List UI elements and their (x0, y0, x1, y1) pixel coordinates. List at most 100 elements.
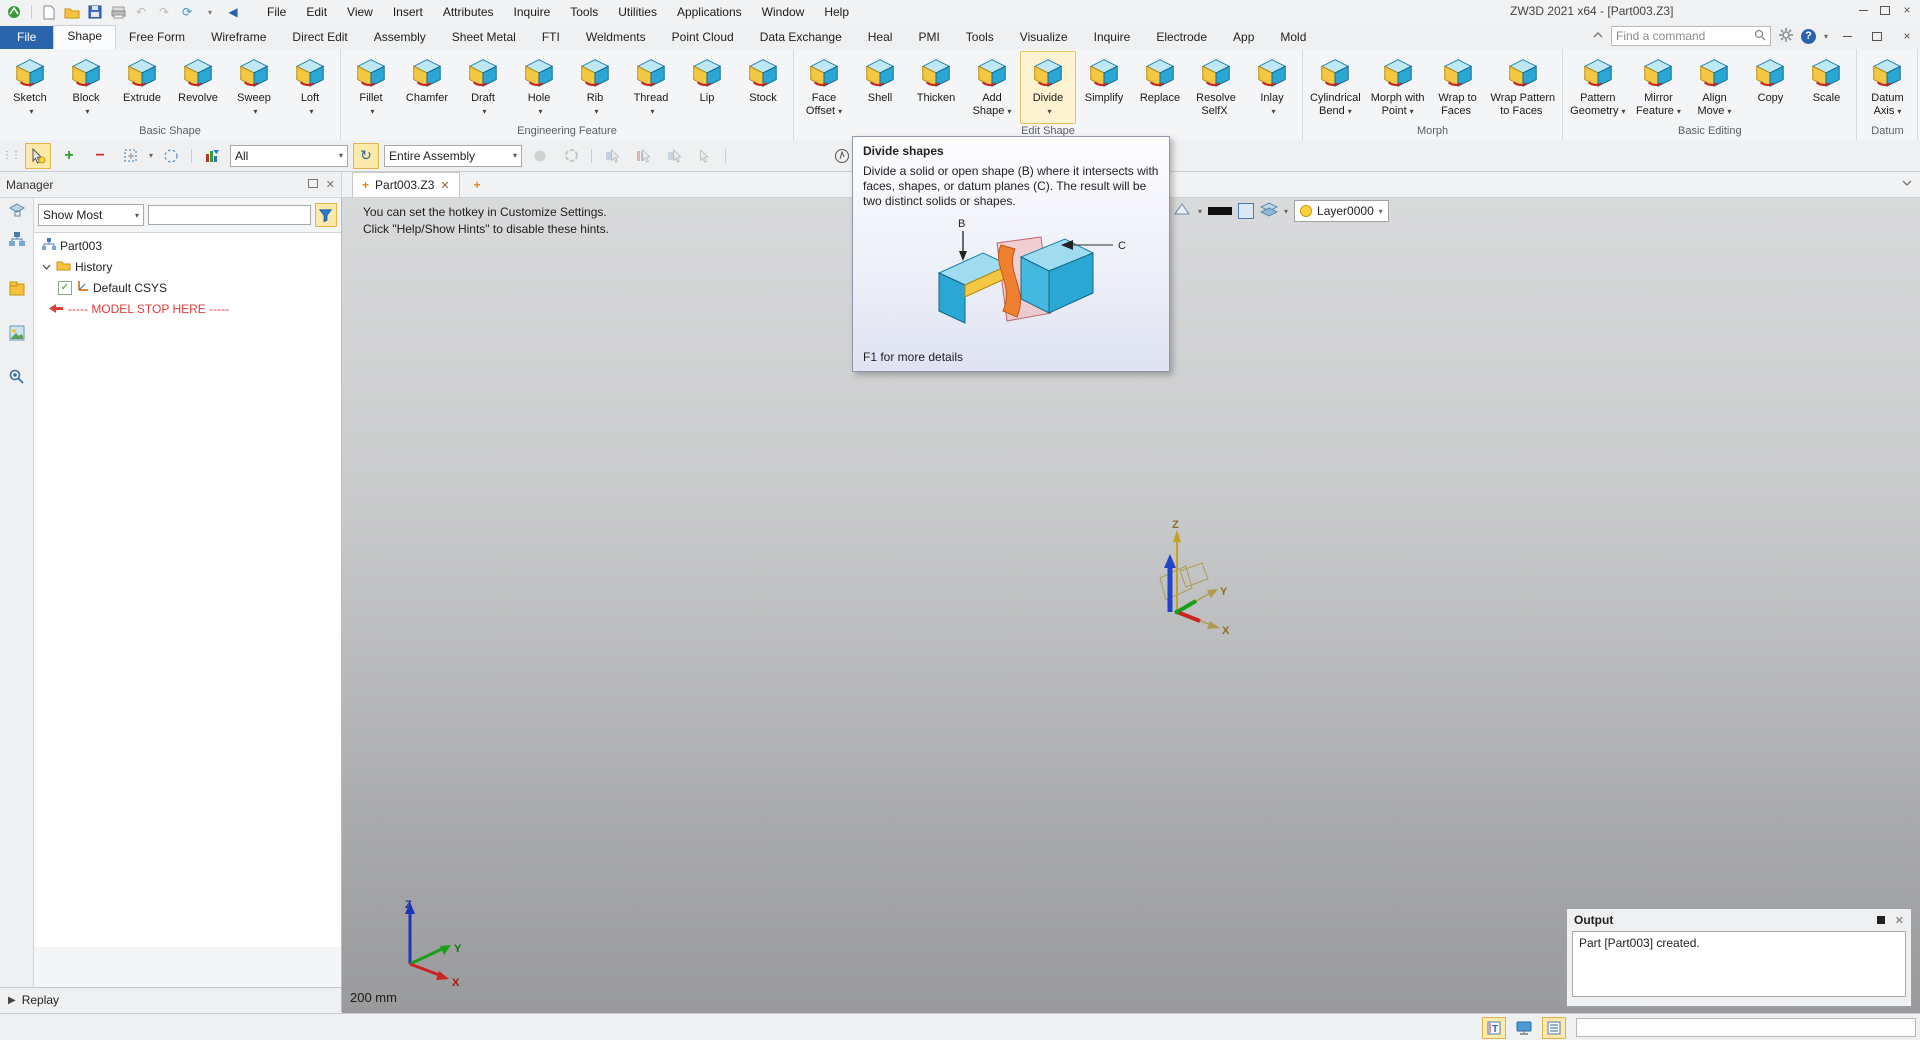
ribbon-button[interactable]: Stock (735, 51, 791, 124)
ribbon-button[interactable]: Revolve (170, 51, 226, 124)
print-icon[interactable] (110, 4, 126, 20)
visual-manager-icon[interactable] (6, 322, 28, 344)
open-folder-icon[interactable] (64, 4, 80, 20)
restore-button[interactable] (1874, 0, 1896, 20)
assembly-tree-icon[interactable] (6, 228, 28, 250)
ribbon-button[interactable]: Morph with Point▾ (1366, 51, 1430, 124)
ribbon-button[interactable]: Align Move▾ (1686, 51, 1742, 124)
ribbon-button[interactable]: Sweep ▾ (226, 51, 282, 124)
line-color-swatch[interactable] (1208, 207, 1232, 215)
output-close-icon[interactable]: ✕ (1895, 914, 1904, 927)
manager-close-icon[interactable]: ✕ (326, 178, 335, 191)
save-icon[interactable] (87, 4, 103, 20)
face-display-icon[interactable] (1172, 201, 1192, 222)
ribbon-tab[interactable]: Tools (953, 26, 1007, 49)
ribbon-button[interactable]: Block ▾ (58, 51, 114, 124)
checkbox-checked-icon[interactable]: ✓ (58, 281, 72, 295)
face-color-swatch[interactable] (1238, 203, 1254, 219)
menu-item[interactable]: Window (752, 2, 815, 22)
menu-item[interactable]: Help (814, 2, 859, 22)
refresh-all-icon[interactable] (558, 143, 584, 169)
ribbon-tab[interactable]: Electrode (1143, 26, 1220, 49)
ribbon-tab[interactable]: Direct Edit (279, 26, 360, 49)
menu-item[interactable]: File (257, 2, 296, 22)
output-log[interactable]: Part [Part003] created. (1572, 931, 1906, 997)
record-icon[interactable] (527, 143, 553, 169)
ribbon-button[interactable]: Divide ▾ (1020, 51, 1076, 124)
pick-component-icon[interactable] (661, 143, 687, 169)
layer-select[interactable]: Layer0000 ▾ (1294, 200, 1389, 222)
ribbon-button[interactable]: Hole ▾ (511, 51, 567, 124)
add-pick-icon[interactable]: + (56, 143, 82, 169)
ribbon-button[interactable]: Sketch ▾ (2, 51, 58, 124)
menu-item[interactable]: Attributes (433, 2, 504, 22)
ribbon-button[interactable]: Resolve SelfX (1188, 51, 1244, 124)
ribbon-button[interactable]: Fillet ▾ (343, 51, 399, 124)
doc-close-button[interactable]: × (1896, 26, 1918, 46)
scope-select[interactable]: Entire Assembly▾ (384, 145, 522, 167)
show-filter-select[interactable]: Show Most▾ (38, 204, 144, 226)
help-icon[interactable]: ? (1801, 29, 1816, 44)
tree-default-csys[interactable]: ✓ Default CSYS (34, 277, 341, 298)
find-command-box[interactable]: Find a command (1611, 26, 1771, 46)
ribbon-tab[interactable]: Mold (1267, 26, 1319, 49)
pick-box-dropdown-icon[interactable]: ▾ (149, 151, 153, 160)
new-file-icon[interactable] (41, 4, 57, 20)
close-button[interactable]: × (1896, 0, 1918, 20)
pick-highlight-icon[interactable] (25, 143, 51, 169)
tree-history-folder[interactable]: History (34, 256, 341, 277)
menu-item[interactable]: Tools (560, 2, 608, 22)
ribbon-tab[interactable]: Visualize (1007, 26, 1081, 49)
menu-item[interactable]: Insert (383, 2, 433, 22)
ribbon-button[interactable]: Replace (1132, 51, 1188, 124)
tree-root-part[interactable]: Part003 (34, 235, 341, 256)
ribbon-button[interactable]: Add Shape▾ (964, 51, 1020, 124)
ribbon-button[interactable]: Rib ▾ (567, 51, 623, 124)
menu-item[interactable]: Utilities (608, 2, 667, 22)
ribbon-tab[interactable]: FTI (529, 26, 573, 49)
ribbon-button[interactable]: Draft ▾ (455, 51, 511, 124)
new-document-tab-button[interactable]: + (474, 178, 481, 192)
pick-shape-icon[interactable] (630, 143, 656, 169)
ribbon-tab[interactable]: Sheet Metal (439, 26, 529, 49)
ribbon-tab[interactable]: Inquire (1081, 26, 1144, 49)
menu-item[interactable]: Inquire (504, 2, 561, 22)
qat-customize-icon[interactable]: ▾ (202, 4, 218, 20)
ribbon-button[interactable]: Copy (1742, 51, 1798, 124)
update-scope-icon[interactable]: ↻ (353, 143, 379, 169)
menu-item[interactable]: Applications (667, 2, 752, 22)
ribbon-tab[interactable]: PMI (905, 26, 952, 49)
pick-box-icon[interactable] (118, 143, 144, 169)
ribbon-tab[interactable]: Wireframe (198, 26, 279, 49)
ribbon-button[interactable]: Thicken (908, 51, 964, 124)
ribbon-tab[interactable]: App (1220, 26, 1267, 49)
output-dock-icon[interactable] (1877, 916, 1885, 924)
ribbon-button[interactable]: Inlay ▾ (1244, 51, 1300, 124)
redo-icon[interactable]: ↷ (156, 4, 172, 20)
ribbon-tab[interactable]: Point Cloud (659, 26, 747, 49)
help-dropdown-icon[interactable]: ▾ (1824, 32, 1828, 41)
output-toggle-icon[interactable] (1542, 1017, 1566, 1039)
tab-close-icon[interactable]: ✕ (440, 179, 449, 192)
minimize-button[interactable] (1852, 0, 1874, 20)
ribbon-button[interactable]: Chamfer (399, 51, 455, 124)
ribbon-button[interactable]: Loft ▾ (282, 51, 338, 124)
ribbon-button[interactable]: Scale (1798, 51, 1854, 124)
ribbon-button[interactable]: Shell (852, 51, 908, 124)
pick-all-icon[interactable] (692, 143, 718, 169)
layer-stack-icon[interactable] (1260, 202, 1278, 221)
collapse-caret-icon[interactable] (42, 262, 52, 272)
manager-filter-funnel-button[interactable] (315, 203, 337, 227)
toolbar-grip[interactable]: ⋮⋮ (2, 150, 20, 161)
ribbon-button[interactable]: Cylindrical Bend▾ (1305, 51, 1366, 124)
tab-bar-collapse-icon[interactable] (1902, 179, 1912, 190)
tab-shape[interactable]: Shape (53, 25, 116, 49)
ribbon-button[interactable]: Face Offset▾ (796, 51, 852, 124)
ribbon-button[interactable]: Thread ▾ (623, 51, 679, 124)
ribbon-button[interactable]: Datum Axis▾ (1859, 51, 1915, 124)
filter-icon[interactable] (199, 143, 225, 169)
replay-bar[interactable]: ▶ Replay (0, 987, 342, 1012)
manager-search-input[interactable] (148, 205, 311, 225)
filter-select[interactable]: All▾ (230, 145, 348, 167)
ribbon-tab[interactable]: Free Form (116, 26, 198, 49)
